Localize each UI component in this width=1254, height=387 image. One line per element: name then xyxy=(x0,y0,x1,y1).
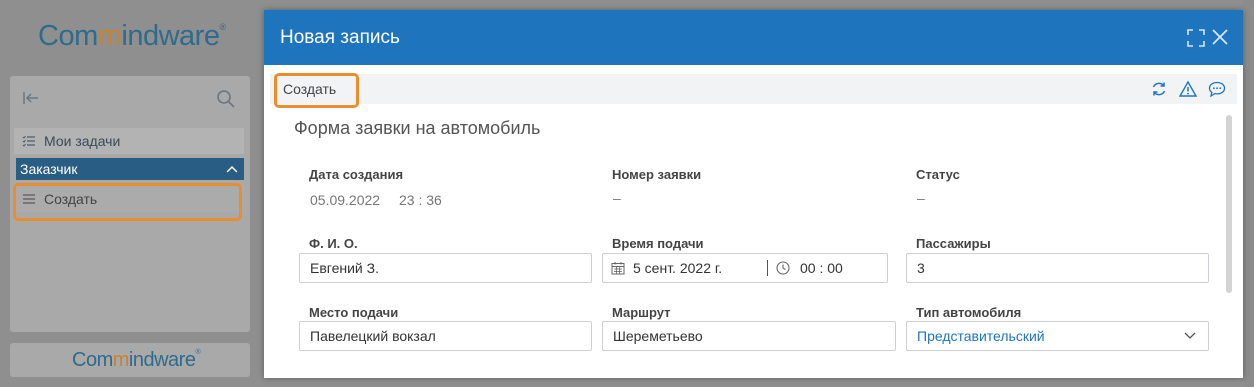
form-title: Форма заявки на автомобиль xyxy=(294,118,541,138)
created-time-value: 23 : 36 xyxy=(399,192,442,208)
search-icon[interactable] xyxy=(216,89,236,109)
collapse-sidebar-icon[interactable] xyxy=(22,90,40,106)
car-type-value: Представительский xyxy=(917,328,1045,344)
refresh-icon[interactable] xyxy=(1150,80,1168,98)
comments-icon[interactable] xyxy=(1208,80,1226,98)
car-type-select[interactable]: Представительский xyxy=(906,321,1209,351)
full-name-value: Евгений З. xyxy=(310,260,379,276)
nav-toolbar xyxy=(10,76,250,120)
route-value: Шереметьево xyxy=(613,328,703,344)
date-time-divider xyxy=(767,260,768,276)
route-input[interactable]: Шереметьево xyxy=(602,321,896,351)
chevron-down-icon[interactable] xyxy=(1184,332,1196,340)
full-name-input[interactable]: Евгений З. xyxy=(299,253,592,283)
sidebar-item-label: Мои задачи xyxy=(44,133,121,149)
task-list-icon xyxy=(22,135,35,147)
new-record-dialog: Новая запись Создать Форма заявки на авт… xyxy=(264,10,1243,378)
created-date-label: Дата создания xyxy=(309,167,404,182)
pickup-datetime-input[interactable]: 5 сент. 2022 г. 00 : 00 xyxy=(602,253,888,283)
pickup-place-value: Павелецкий вокзал xyxy=(310,328,436,344)
pickup-time-value: 00 : 00 xyxy=(800,260,843,276)
passengers-label: Пассажиры xyxy=(916,236,991,251)
passengers-input[interactable]: 3 xyxy=(906,253,1209,283)
expand-icon[interactable] xyxy=(1186,28,1206,48)
dialog-toolbar: Создать xyxy=(270,74,1237,104)
app-logo: Commindware® xyxy=(38,20,226,52)
dialog-header: Новая запись xyxy=(264,10,1243,65)
full-name-label: Ф. И. О. xyxy=(309,236,358,251)
form-scrollbar[interactable] xyxy=(1226,115,1232,293)
status-value: – xyxy=(917,190,925,206)
dialog-title: Новая запись xyxy=(280,27,400,48)
background-edge xyxy=(1243,0,1254,387)
pickup-place-label: Место подачи xyxy=(309,305,399,320)
sidebar-item-my-tasks[interactable]: Мои задачи xyxy=(14,128,244,154)
status-label: Статус xyxy=(916,167,960,182)
background-app: Commindware® Мои задачи Заказчик Создать… xyxy=(0,0,264,387)
pickup-place-input[interactable]: Павелецкий вокзал xyxy=(299,321,592,351)
created-date-value: 05.09.2022 xyxy=(310,192,381,208)
sidebar-group-customer[interactable]: Заказчик xyxy=(16,158,244,180)
highlight-toolbar-create xyxy=(274,73,359,108)
calendar-icon[interactable] xyxy=(611,261,625,275)
car-type-label: Тип автомобиля xyxy=(916,305,1022,320)
pickup-date-value: 5 сент. 2022 г. xyxy=(633,260,723,276)
footer-logo: Commindware® xyxy=(72,349,201,371)
pickup-time-label: Время подачи xyxy=(612,236,704,251)
warning-icon[interactable] xyxy=(1179,80,1197,98)
request-number-label: Номер заявки xyxy=(612,167,702,182)
footer-logo-panel: Commindware® xyxy=(10,343,250,377)
passengers-value: 3 xyxy=(917,260,925,276)
request-number-value: – xyxy=(613,190,621,206)
chevron-up-icon xyxy=(226,165,238,173)
clock-icon[interactable] xyxy=(776,261,790,275)
close-icon[interactable] xyxy=(1210,27,1230,47)
highlight-sidebar-create xyxy=(13,183,242,221)
route-label: Маршрут xyxy=(612,305,671,320)
sidebar-group-label: Заказчик xyxy=(20,161,78,177)
